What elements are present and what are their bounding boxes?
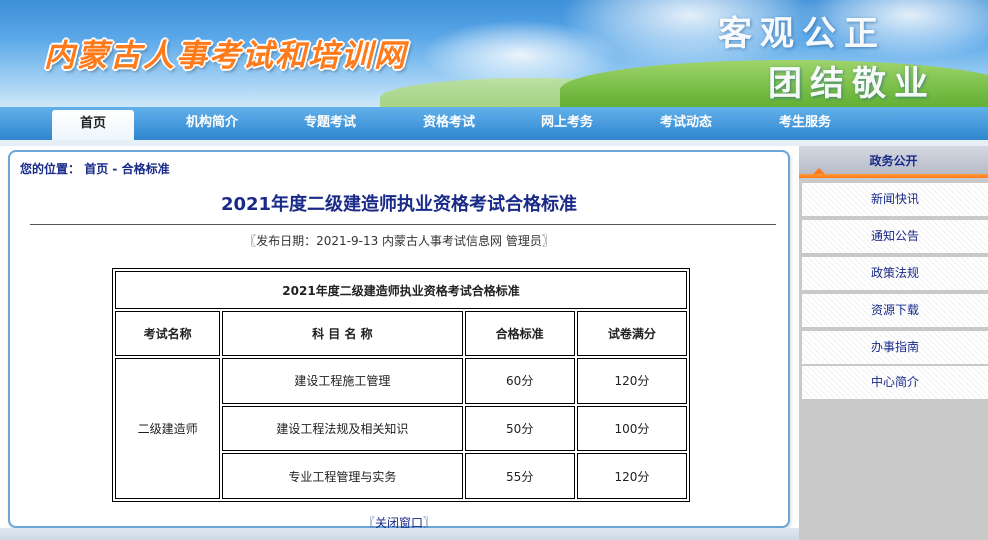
nav-item-home[interactable]: 首页 — [52, 110, 134, 140]
table-cell-pass: 60分 — [464, 357, 575, 404]
table-cell-full: 120分 — [576, 357, 687, 404]
article-title: 2021年度二级建造师执业资格考试合格标准 — [220, 194, 578, 215]
breadcrumb: 您的位置： 首页 - 合格标准 — [20, 160, 170, 177]
title-divider — [30, 224, 776, 225]
nav-item-special-exams[interactable]: 专题考试 — [290, 107, 370, 140]
table-header-full-score: 试卷满分 — [576, 311, 687, 356]
nav-item-exam-news[interactable]: 考试动态 — [646, 107, 726, 140]
nav-item-about[interactable]: 机构简介 — [172, 107, 252, 140]
sidebar-item-notices[interactable]: 通知公告 — [802, 220, 988, 253]
breadcrumb-separator: - — [108, 162, 122, 176]
nav-item-candidate-services[interactable]: 考生服务 — [765, 107, 845, 140]
table-caption: 2021年度二级建造师执业资格考试合格标准 — [115, 271, 687, 310]
table-cell-pass: 55分 — [464, 453, 575, 499]
breadcrumb-prefix: 您的位置： — [20, 162, 81, 176]
sidebar-item-downloads[interactable]: 资源下载 — [802, 294, 988, 327]
table-cell-subject: 建设工程施工管理 — [222, 357, 463, 404]
slogan-line-1: 客观公正 — [718, 14, 886, 54]
table-cell-full: 120分 — [576, 453, 687, 499]
pass-standard-table: 2021年度二级建造师执业资格考试合格标准 考试名称 科 目 名 称 合格标准 … — [112, 268, 690, 502]
sidebar-heading: 政务公开 — [799, 146, 988, 174]
sidebar-item-policies[interactable]: 政策法规 — [802, 257, 988, 290]
publish-info: 〖发布日期：2021-9-13 内蒙古人事考试信息网 管理员〗 — [244, 234, 554, 248]
nav-item-qualification-exams[interactable]: 资格考试 — [409, 107, 489, 140]
sidebar-heading-bar — [799, 174, 988, 178]
table-row: 二级建造师 建设工程施工管理 60分 120分 — [115, 357, 687, 499]
sidebar-item-center-intro[interactable]: 中心简介 — [802, 366, 988, 399]
table-cell-exam-name: 二级建造师 — [115, 357, 221, 499]
nav-item-online-affairs[interactable]: 网上考务 — [527, 107, 607, 140]
breadcrumb-home-link[interactable]: 首页 — [84, 162, 108, 176]
main-nav: 首页 机构简介 专题考试 资格考试 网上考务 考试动态 考生服务 — [0, 107, 988, 142]
table-cell-subject: 专业工程管理与实务 — [222, 453, 463, 499]
table-header-pass-standard: 合格标准 — [464, 311, 575, 356]
site-logo-title[interactable]: 内蒙古人事考试和培训网 — [44, 30, 407, 75]
header-banner: 内蒙古人事考试和培训网 客观公正 团结敬业 — [0, 0, 988, 107]
table-header-subject: 科 目 名 称 — [222, 311, 463, 356]
table-header-exam-name: 考试名称 — [115, 311, 221, 356]
table-cell-full: 100分 — [576, 405, 687, 452]
breadcrumb-current-link[interactable]: 合格标准 — [122, 162, 170, 176]
sidebar: 政务公开 新闻快讯 通知公告 政策法规 资源下载 办事指南 中心简介 — [799, 146, 988, 540]
slogan-line-2: 团结敬业 — [768, 64, 936, 104]
sidebar-item-news[interactable]: 新闻快讯 — [802, 183, 988, 216]
sidebar-item-guide[interactable]: 办事指南 — [802, 331, 988, 364]
table-cell-subject: 建设工程法规及相关知识 — [222, 405, 463, 452]
table-cell-pass: 50分 — [464, 405, 575, 452]
content-panel: 您的位置： 首页 - 合格标准 2021年度二级建造师执业资格考试合格标准 〖发… — [8, 150, 790, 530]
